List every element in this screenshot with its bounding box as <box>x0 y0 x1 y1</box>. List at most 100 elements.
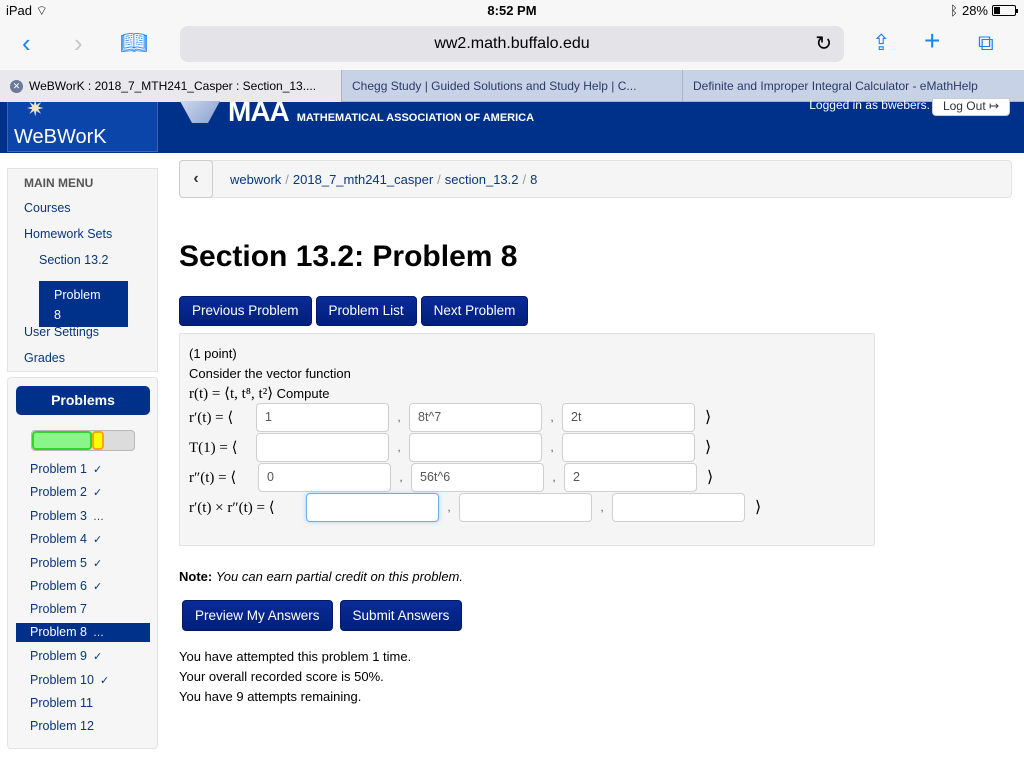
problems-panel: Problems Problem 1 ✓ Problem 2 ✓ Problem 3… P… <box>7 377 158 749</box>
submit-controls: Preview My Answers Submit Answers <box>182 600 463 631</box>
answer-row: T(1) = ⟨,, ⟩ <box>189 432 711 462</box>
answer-input[interactable] <box>258 462 391 492</box>
main-menu-title: MAIN MENU <box>24 176 94 190</box>
battery-icon <box>992 5 1018 16</box>
problem-list-item[interactable]: Problem 1 ✓ <box>30 462 102 476</box>
answer-row-label: T(1) = ⟨ <box>189 439 238 456</box>
next-problem-button[interactable]: Next Problem <box>420 296 529 326</box>
close-angle-bracket: ⟩ <box>705 439 712 456</box>
breadcrumb-back-button[interactable]: ‹ <box>179 160 213 198</box>
answer-input[interactable] <box>409 402 542 432</box>
problem-list-item[interactable]: Problem 9 ✓ <box>30 649 102 663</box>
comma-separator: , <box>552 470 556 484</box>
answer-row: r″(t) = ⟨,, ⟩ <box>189 462 713 492</box>
problem-list-item[interactable]: Problem 7 <box>30 602 93 616</box>
problem-list-item[interactable]: Problem 5 ✓ <box>30 556 102 570</box>
problem-list-item[interactable]: Problem 10 ✓ <box>30 673 109 687</box>
problem-status: ✓ <box>92 464 103 476</box>
menu-courses[interactable]: Courses <box>24 201 71 215</box>
answer-input[interactable] <box>256 432 389 462</box>
menu-user-settings[interactable]: User Settings <box>24 325 99 339</box>
answer-input[interactable] <box>459 492 592 522</box>
breadcrumb-course[interactable]: 2018_7_mth241_casper <box>293 172 433 187</box>
address-bar[interactable]: ww2.math.buffalo.edu ↻ <box>180 26 844 62</box>
answer-input[interactable] <box>612 492 745 522</box>
problem-intro: Consider the vector function <box>189 366 351 381</box>
partial-credit-note: Note: You can earn partial credit on thi… <box>179 569 463 584</box>
answer-input[interactable] <box>562 402 695 432</box>
browser-toolbar: ‹ › 📖︎ ww2.math.buffalo.edu ↻ ⇪ + ⧉ <box>0 22 1024 70</box>
maa-polyhedron-icon <box>180 101 220 123</box>
problem-list-item[interactable]: Problem 2 ✓ <box>30 485 102 499</box>
answer-input[interactable] <box>411 462 544 492</box>
new-tab-icon[interactable]: + <box>924 25 940 57</box>
problem-function: r(t) = ⟨t, t⁸, t²⟩ Compute <box>189 386 330 402</box>
attempts-count: You have attempted this problem 1 time. <box>179 649 412 664</box>
problem-list-item[interactable]: Problem 4 ✓ <box>30 532 102 546</box>
previous-problem-button[interactable]: Previous Problem <box>179 296 312 326</box>
problem-status: ✓ <box>92 557 103 570</box>
answer-row-label: r′(t) = ⟨ <box>189 409 234 426</box>
webwork-star-icon: ✷ <box>26 96 45 121</box>
close-angle-bracket: ⟩ <box>705 409 712 426</box>
menu-section[interactable]: Section 13.2 <box>39 253 109 267</box>
submit-answers-button[interactable]: Submit Answers <box>339 600 463 631</box>
webwork-logo[interactable]: ✷ WeBWorK <box>7 96 158 152</box>
problem-list-item[interactable]: Problem 12 <box>30 719 100 733</box>
close-angle-bracket: ⟩ <box>755 499 762 516</box>
masthead: ✷ WeBWorK MAA MATHEMATICAL ASSOCIATION O… <box>0 96 1024 153</box>
menu-homework-sets[interactable]: Homework Sets <box>24 227 112 241</box>
comma-separator: , <box>397 440 401 454</box>
problem-points: (1 point) <box>189 346 237 361</box>
maa-logo: MAA MATHEMATICAL ASSOCIATION OF AMERICA <box>180 96 534 128</box>
forward-icon[interactable]: › <box>74 28 83 59</box>
answer-input[interactable] <box>306 492 439 522</box>
problem-list-button[interactable]: Problem List <box>315 296 417 326</box>
answer-input[interactable] <box>409 432 542 462</box>
comma-separator: , <box>447 500 451 514</box>
problem-nav: Previous Problem Problem List Next Probl… <box>179 296 529 326</box>
close-tab-icon[interactable]: ✕ <box>10 79 23 93</box>
answer-row: r′(t) × r″(t) = ⟨,, ⟩ <box>189 492 761 522</box>
bookmarks-icon[interactable]: 📖︎ <box>120 30 148 56</box>
logged-in-text: Logged in as bwebers. <box>809 98 930 112</box>
problem-status: … <box>92 510 104 523</box>
problem-status: ✓ <box>99 674 110 687</box>
menu-grades[interactable]: Grades <box>24 351 65 365</box>
answer-row-label: r′(t) × r″(t) = ⟨ <box>189 499 275 516</box>
tabs-icon[interactable]: ⧉ <box>978 30 994 56</box>
logout-button[interactable]: Log Out ↦ <box>932 98 1010 116</box>
preview-answers-button[interactable]: Preview My Answers <box>182 600 333 631</box>
comma-separator: , <box>397 410 401 424</box>
menu-problem-8[interactable]: Problem 8 <box>39 281 128 327</box>
answer-input[interactable] <box>564 462 697 492</box>
problem-list-item[interactable]: Problem 6 ✓ <box>30 579 102 593</box>
problem-status: ✓ <box>92 651 103 664</box>
problem-list-item[interactable]: Problem 3… <box>30 509 104 523</box>
breadcrumb-problem[interactable]: 8 <box>530 172 537 187</box>
problem-body: (1 point) Consider the vector function r… <box>179 333 875 546</box>
close-angle-bracket: ⟩ <box>707 469 714 486</box>
answer-input[interactable] <box>562 432 695 462</box>
reload-icon[interactable]: ↻ <box>815 26 832 62</box>
problem-list-item[interactable]: Problem 11 <box>30 696 99 710</box>
bluetooth-icon: ᛒ <box>950 3 958 18</box>
comma-separator: , <box>550 440 554 454</box>
problem-list-item[interactable]: Problem 8… <box>16 622 150 642</box>
share-icon[interactable]: ⇪ <box>872 30 890 56</box>
problem-status: ✓ <box>92 487 103 500</box>
url-text: ww2.math.buffalo.edu <box>434 35 590 52</box>
back-icon[interactable]: ‹ <box>22 28 31 59</box>
breadcrumb-section[interactable]: section_13.2 <box>445 172 519 187</box>
attempts-remaining: You have 9 attempts remaining. <box>179 689 362 704</box>
problems-header: Problems <box>16 386 150 415</box>
problem-status: … <box>92 626 104 639</box>
comma-separator: , <box>600 500 604 514</box>
page-title: Section 13.2: Problem 8 <box>179 240 518 273</box>
answer-row: r′(t) = ⟨,, ⟩ <box>189 402 711 432</box>
breadcrumb-webwork[interactable]: webwork <box>230 172 281 187</box>
answer-input[interactable] <box>256 402 389 432</box>
problem-status: ✓ <box>92 581 103 593</box>
status-bar: iPad ⌔ 8:52 PM ᛒ 28% <box>0 0 1024 22</box>
main-menu: MAIN MENU Courses Homework Sets Section … <box>7 168 158 372</box>
